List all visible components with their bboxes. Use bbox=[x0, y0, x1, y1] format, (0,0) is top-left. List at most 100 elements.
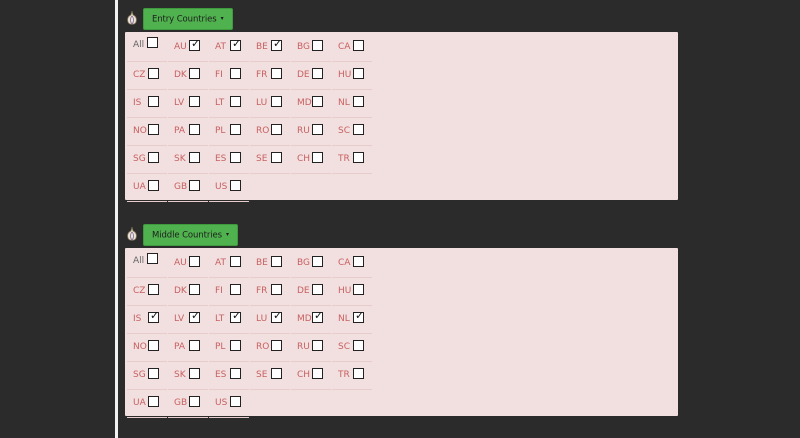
country-checkbox[interactable] bbox=[148, 68, 159, 79]
country-checkbox[interactable] bbox=[271, 256, 282, 267]
country-checkbox[interactable] bbox=[230, 396, 241, 407]
country-checkbox[interactable] bbox=[189, 340, 200, 351]
country-checkbox[interactable] bbox=[271, 284, 282, 295]
country-label: SE bbox=[256, 154, 268, 164]
country-checkbox[interactable]: ✓ bbox=[189, 309, 201, 323]
country-checkbox[interactable] bbox=[271, 96, 282, 107]
country-checkbox[interactable] bbox=[148, 180, 159, 191]
country-checkbox[interactable] bbox=[271, 124, 282, 135]
country-checkbox[interactable]: ✓ bbox=[312, 309, 324, 323]
country-checkbox[interactable] bbox=[148, 284, 159, 295]
country-checkbox[interactable] bbox=[353, 40, 364, 51]
country-checkbox[interactable] bbox=[353, 368, 364, 379]
country-checkbox[interactable] bbox=[353, 68, 364, 79]
country-checkbox[interactable] bbox=[312, 68, 323, 79]
country-checkbox[interactable] bbox=[147, 253, 158, 264]
country-option-de: DE bbox=[291, 278, 331, 306]
country-checkbox[interactable] bbox=[147, 37, 158, 48]
country-checkbox[interactable] bbox=[271, 368, 282, 379]
country-checkbox[interactable] bbox=[353, 256, 364, 267]
country-label: CH bbox=[297, 370, 311, 380]
country-label: UA bbox=[133, 182, 146, 192]
country-checkbox[interactable] bbox=[271, 68, 282, 79]
country-checkbox[interactable] bbox=[189, 396, 200, 407]
country-label: MD bbox=[297, 314, 312, 324]
country-checkbox[interactable] bbox=[312, 284, 323, 295]
country-checkbox[interactable] bbox=[230, 256, 241, 267]
country-checkbox[interactable] bbox=[312, 152, 323, 163]
checkmark-icon: ✓ bbox=[314, 309, 324, 322]
country-checkbox[interactable] bbox=[353, 284, 364, 295]
country-option-fi: FI bbox=[209, 62, 249, 90]
country-option-ru: RU bbox=[291, 118, 331, 146]
country-checkbox[interactable]: ✓ bbox=[230, 310, 241, 323]
country-checkbox[interactable] bbox=[353, 96, 364, 107]
country-checkbox[interactable] bbox=[312, 368, 323, 379]
country-label: CZ bbox=[133, 286, 146, 296]
country-label: SK bbox=[174, 370, 186, 380]
country-checkbox[interactable]: ✓ bbox=[230, 38, 241, 51]
country-option-us: US bbox=[209, 174, 249, 202]
country-label: AT bbox=[215, 258, 226, 268]
country-checkbox[interactable] bbox=[189, 68, 200, 79]
checkmark-icon: ✓ bbox=[191, 309, 201, 322]
country-checkbox[interactable] bbox=[271, 152, 282, 163]
middle-countries-dropdown-button[interactable]: Middle Countries ▾ bbox=[143, 224, 238, 246]
country-label: SE bbox=[256, 370, 268, 380]
entry-countries-dropdown-button[interactable]: Entry Countries ▾ bbox=[143, 8, 233, 30]
country-option-de: DE bbox=[291, 62, 331, 90]
country-label: FI bbox=[215, 70, 223, 80]
country-checkbox[interactable] bbox=[312, 340, 323, 351]
country-label: LT bbox=[215, 98, 225, 108]
country-checkbox[interactable] bbox=[230, 152, 241, 163]
country-option-hu: HU bbox=[332, 62, 372, 90]
country-checkbox[interactable] bbox=[189, 152, 200, 163]
country-option-se: SE bbox=[250, 362, 290, 390]
country-checkbox[interactable] bbox=[353, 124, 364, 135]
country-checkbox[interactable] bbox=[189, 96, 200, 107]
country-checkbox[interactable] bbox=[189, 180, 200, 191]
country-checkbox[interactable] bbox=[189, 256, 200, 267]
country-label: LU bbox=[256, 98, 268, 108]
country-label: CA bbox=[338, 258, 351, 268]
country-checkbox[interactable]: ✓ bbox=[353, 310, 364, 323]
country-checkbox[interactable] bbox=[189, 124, 200, 135]
country-checkbox[interactable] bbox=[230, 180, 241, 191]
country-checkbox[interactable] bbox=[230, 68, 241, 79]
country-option-at: AT ✓ bbox=[209, 34, 249, 62]
country-checkbox[interactable]: ✓ bbox=[271, 38, 282, 51]
country-checkbox[interactable]: ✓ bbox=[271, 309, 283, 323]
country-checkbox[interactable] bbox=[230, 368, 241, 379]
country-checkbox[interactable] bbox=[148, 368, 159, 379]
country-checkbox[interactable] bbox=[312, 96, 323, 107]
country-checkbox[interactable] bbox=[312, 256, 323, 267]
country-checkbox[interactable] bbox=[189, 368, 200, 379]
country-checkbox[interactable] bbox=[230, 340, 241, 351]
country-checkbox[interactable] bbox=[312, 40, 323, 51]
country-checkbox[interactable] bbox=[148, 340, 159, 351]
country-checkbox[interactable] bbox=[148, 96, 159, 107]
country-label: CA bbox=[338, 42, 351, 52]
country-label: BG bbox=[297, 258, 310, 268]
country-checkbox[interactable] bbox=[353, 340, 364, 351]
country-checkbox[interactable]: ✓ bbox=[148, 310, 159, 323]
country-checkbox[interactable] bbox=[312, 124, 323, 135]
country-checkbox[interactable] bbox=[353, 152, 364, 163]
country-checkbox[interactable] bbox=[230, 124, 241, 135]
country-option-sk: SK bbox=[168, 362, 208, 390]
checkmark-icon: ✓ bbox=[273, 309, 283, 322]
country-option-is: IS ✓ bbox=[127, 306, 167, 334]
country-checkbox[interactable]: ✓ bbox=[189, 38, 200, 51]
country-option-dk: DK bbox=[168, 62, 208, 90]
country-checkbox[interactable] bbox=[230, 96, 241, 107]
country-checkbox[interactable] bbox=[189, 284, 200, 295]
country-checkbox[interactable] bbox=[148, 396, 159, 407]
country-checkbox[interactable] bbox=[148, 152, 159, 163]
country-checkbox[interactable] bbox=[230, 284, 241, 295]
country-option-is: IS bbox=[127, 90, 167, 118]
country-label: UA bbox=[133, 398, 146, 408]
middle-countries-panel: All AU AT BE BG CA CZ DK FI FR DE HU IS ✓ LV ✓ LT ✓ LU ✓ MD ✓… bbox=[125, 248, 678, 418]
country-checkbox[interactable] bbox=[148, 124, 159, 135]
country-label: US bbox=[215, 182, 228, 192]
country-checkbox[interactable] bbox=[271, 340, 282, 351]
